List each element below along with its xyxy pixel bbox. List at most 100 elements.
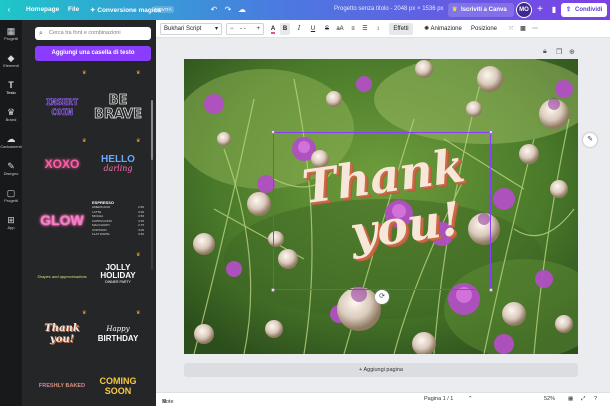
rail-label: Brand	[5, 117, 17, 122]
text-template-freshly-baked[interactable]: FRESHLY BAKED	[34, 366, 90, 406]
plus-icon[interactable]: +	[256, 24, 260, 34]
text-template-coming-soon[interactable]: COMING SOON	[90, 366, 146, 406]
page-indicator[interactable]: Pagina 1 / 1	[424, 396, 453, 402]
text-template-thank-you[interactable]: Thank you!	[34, 310, 90, 358]
cloud-saved-icon[interactable]: ☁	[236, 4, 248, 16]
rail-item-uploads[interactable]: ☁ Caricamenti	[0, 134, 22, 149]
soon-text: SOON	[104, 386, 132, 396]
font-size-stepper[interactable]: − - - +	[226, 23, 264, 35]
fullscreen-icon[interactable]: ⤢	[581, 396, 585, 403]
add-member-button[interactable]: +	[534, 4, 546, 16]
rail-label: Progetti	[4, 36, 18, 41]
bold-icon: B	[282, 26, 288, 32]
duplicate-icon[interactable]: ❐	[556, 48, 562, 56]
new-badge: NOVITÀ	[153, 6, 174, 13]
italic-button[interactable]: I	[294, 23, 304, 35]
more-icon[interactable]: ⋯	[530, 23, 540, 35]
hello-text: HELLO	[101, 154, 135, 165]
coming-text: COMING	[99, 376, 137, 386]
effects-button[interactable]: Effetti	[389, 23, 413, 35]
text-template-xoxo[interactable]: XOXO	[34, 140, 90, 188]
text-color-button[interactable]: A	[268, 23, 278, 35]
home-link[interactable]: Homepage	[26, 6, 59, 13]
avatar[interactable]: MO	[516, 2, 532, 18]
grid-view-icon[interactable]: ▦	[568, 396, 573, 402]
add-page-icon[interactable]: ⊕	[569, 48, 575, 56]
align-button[interactable]: ≡	[348, 23, 358, 35]
rail-item-apps[interactable]: ⊞ App	[0, 215, 22, 230]
resize-handle[interactable]	[271, 288, 275, 292]
magic-switch-button[interactable]: ✦ Conversione magica	[90, 6, 161, 14]
minus-icon[interactable]: −	[230, 24, 234, 34]
text-template-jolly-holiday[interactable]: JOLLY HOLIDAY DINNER PARTY	[90, 250, 146, 298]
rail-item-text[interactable]: T Testo	[0, 80, 22, 95]
search-placeholder: Cerca tra font e combinazioni	[49, 30, 121, 36]
share-button[interactable]: ⇪ Condividi	[561, 3, 607, 17]
comment-button[interactable]: ✎	[583, 133, 597, 147]
spacing-button[interactable]: ↕	[372, 23, 384, 35]
text-template-hello-darling[interactable]: HELLO darling	[90, 140, 146, 188]
text-template-menu[interactable]: ESPRESSO AMERICANO 2.50 LATTE 3.00 MOCHA 3.50…	[92, 200, 144, 240]
text-template-insert-coin[interactable]: INSERT COIN	[34, 84, 90, 132]
animation-label: Animazione	[430, 26, 462, 32]
upload-icon: ⇪	[566, 7, 572, 13]
rail-item-brand[interactable]: ♛ Brand	[0, 107, 22, 122]
grid-icon: ▦	[6, 26, 16, 36]
crown-icon: ♛	[136, 70, 141, 76]
rail-label: Disegno	[3, 171, 19, 176]
rail-item-projects[interactable]: ▦ Progetti	[0, 26, 22, 41]
rail-item-elements[interactable]: ◆ Elementi	[0, 53, 22, 68]
coin-text: COIN	[51, 108, 73, 119]
position-button[interactable]: Posizione	[469, 23, 499, 35]
document-title[interactable]: Progetto senza titolo - 2048 px × 1536 p…	[334, 6, 444, 12]
stats-icon[interactable]: ▮	[548, 4, 560, 16]
redo-icon[interactable]: ↷	[222, 4, 234, 16]
comment-icon: ✎	[587, 136, 593, 143]
file-menu[interactable]: File	[68, 6, 79, 13]
bold-button[interactable]: B	[280, 23, 290, 35]
font-family-select[interactable]: Bukhari Script ▾	[160, 23, 222, 35]
search-input[interactable]: ⌕ Cerca tra font e combinazioni	[35, 27, 151, 40]
happy-text: Happy	[106, 325, 130, 333]
birthday-text: BIRTHDAY	[97, 334, 139, 343]
back-chevron-icon[interactable]: ‹	[3, 4, 15, 16]
case-button[interactable]: aA	[334, 23, 346, 35]
rotate-icon: ⟳	[379, 293, 385, 300]
sparkle-icon: ✦	[90, 7, 96, 14]
animation-button[interactable]: ✺ Animazione	[419, 23, 467, 35]
text-template-glow[interactable]: GLOW	[34, 196, 90, 244]
transparency-icon[interactable]: ▩	[518, 23, 528, 35]
rail-item-draw[interactable]: ✎ Disegno	[0, 161, 22, 176]
text-template-shapes[interactable]: Shapes and approximations	[34, 252, 90, 300]
rail-label: Caricamenti	[0, 144, 22, 149]
add-page-button[interactable]: + Aggiungi pagina	[184, 363, 578, 377]
italic-icon: I	[297, 25, 301, 32]
search-icon: ⌕	[39, 30, 43, 37]
be-text: BE	[108, 93, 128, 108]
panel-scrollbar-thumb[interactable]	[151, 100, 153, 160]
list-button[interactable]: ☰	[360, 23, 370, 35]
lock-icon[interactable]: 🔒︎	[543, 48, 547, 56]
strikethrough-button[interactable]: S	[322, 23, 332, 35]
text-template-happy-birthday[interactable]: Happy BIRTHDAY	[90, 310, 146, 358]
menu-item-price: 3.50	[138, 232, 144, 236]
rail-item-folders[interactable]: ▢ Progetti	[0, 188, 22, 203]
text-color-icon: A	[270, 26, 276, 34]
fresh-text: FRESHLY BAKED	[38, 383, 86, 389]
grid-icon[interactable]: ⁙	[506, 23, 516, 35]
zoom-level[interactable]: 52%	[544, 396, 555, 402]
resize-handle[interactable]	[489, 288, 493, 292]
undo-icon[interactable]: ↶	[208, 4, 220, 16]
add-text-box-button[interactable]: Aggiungi una casella di testo	[35, 46, 151, 61]
help-icon[interactable]: ?	[594, 396, 597, 402]
rotate-handle[interactable]: ⟳	[375, 290, 389, 304]
text-template-be-brave[interactable]: BE BRAVE	[90, 84, 146, 132]
resize-handle[interactable]	[489, 130, 493, 134]
canva-pro-button[interactable]: ♛Iscriviti a Canva Pro	[448, 3, 514, 27]
case-icon: aA	[336, 26, 344, 32]
underline-button[interactable]: U	[308, 23, 318, 35]
chevron-up-icon[interactable]: ⌃	[468, 396, 473, 402]
resize-handle[interactable]	[271, 130, 275, 134]
insert-text: INSERT	[45, 98, 79, 109]
chevron-down-icon: ▾	[214, 26, 218, 32]
